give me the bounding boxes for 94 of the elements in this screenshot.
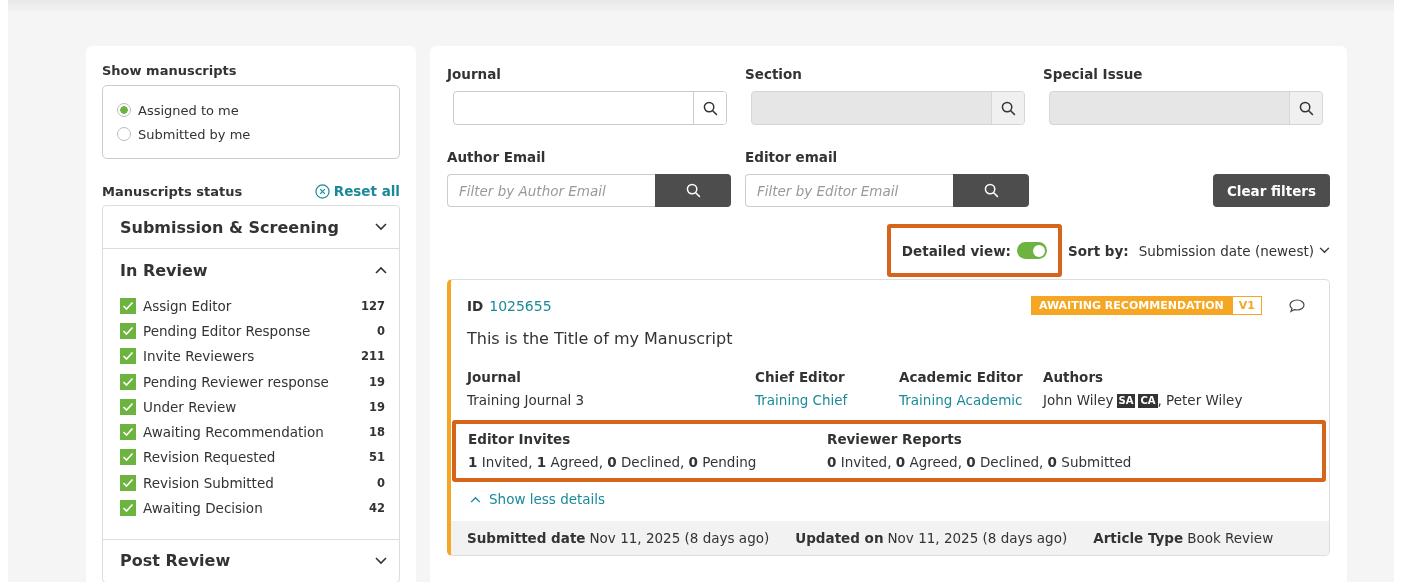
- status-label: Pending Editor Response: [143, 322, 312, 339]
- status-label: Invite Reviewers: [143, 348, 256, 365]
- status-count: 127: [361, 298, 385, 313]
- search-field[interactable]: [453, 91, 727, 125]
- checkbox[interactable]: [120, 449, 136, 466]
- editor-link[interactable]: Training Academic: [899, 392, 1023, 408]
- role-badge: CA: [1138, 393, 1158, 408]
- section-heading: Show manuscripts: [102, 63, 238, 78]
- manuscript-id-link[interactable]: 1025655: [489, 297, 552, 314]
- search-button[interactable]: [693, 92, 726, 124]
- show-less-link[interactable]: Show less details: [470, 491, 606, 507]
- checkbox[interactable]: [120, 474, 136, 491]
- field-value: Training Journal 3: [467, 391, 586, 410]
- footer-value: Nov 11, 2025 (8 days ago): [589, 530, 770, 546]
- status-label: Awaiting Decision: [143, 500, 264, 516]
- sort-label: Sort by:: [1068, 242, 1129, 259]
- status-count: 18: [369, 425, 385, 440]
- status-count: 19: [369, 374, 385, 389]
- field-label: Journal: [447, 66, 502, 82]
- field-label: Chief Editor: [755, 368, 846, 387]
- email-input[interactable]: Filter by Author Email: [447, 174, 655, 207]
- field-label: Authors: [1043, 368, 1105, 387]
- accordion-title: Post Review: [120, 551, 231, 571]
- clear-filters-button[interactable]: Clear filters: [1212, 174, 1330, 207]
- radio-button[interactable]: [117, 103, 131, 117]
- chevron-icon: [1319, 247, 1330, 254]
- search-icon: [702, 100, 718, 116]
- chevron-icon: [375, 556, 387, 565]
- status-count: 19: [369, 399, 385, 414]
- status-label: Pending Reviewer response: [143, 373, 330, 390]
- status-label: Revision Requested: [143, 449, 277, 466]
- status-count: 42: [369, 501, 385, 515]
- editor-link[interactable]: Training Chief: [755, 392, 848, 408]
- email-input[interactable]: Filter by Editor Email: [745, 174, 953, 207]
- radio-label: Assigned to me: [138, 102, 239, 118]
- footer-value: Nov 11, 2025 (8 days ago): [887, 530, 1068, 546]
- toggle-switch[interactable]: [1017, 242, 1047, 259]
- checkbox[interactable]: [120, 297, 136, 314]
- field-label: Journal: [467, 368, 522, 387]
- stats-summary: 0 Invited, 0 Agreed, 0 Declined, 0 Submitted: [827, 454, 1132, 470]
- status-count: 0: [377, 475, 385, 490]
- accordion-header[interactable]: Submission & Screening: [103, 206, 399, 248]
- accordion-header[interactable]: Post Review: [103, 539, 399, 582]
- accordion-header[interactable]: In Review: [103, 249, 399, 291]
- radio-option[interactable]: Assigned to me: [117, 98, 385, 122]
- field-label: Author Email: [447, 149, 547, 165]
- accordion-title: In Review: [120, 260, 208, 280]
- checkbox[interactable]: [120, 424, 136, 441]
- radio-label: Submitted by me: [138, 126, 251, 142]
- accordion-title: Submission & Screening: [120, 217, 339, 237]
- search-icon: [983, 183, 999, 198]
- checkbox[interactable]: [120, 348, 136, 365]
- reset-link[interactable]: Reset all: [314, 183, 400, 199]
- role-badge: SA: [1116, 393, 1136, 408]
- search-icon: [685, 183, 701, 198]
- chevron-icon: [375, 223, 387, 231]
- status-badge: AWAITING RECOMMENDATION: [1030, 296, 1232, 315]
- footer-label: Article Type: [1093, 530, 1184, 546]
- section-heading: Manuscripts status: [102, 183, 243, 199]
- status-label: Awaiting Recommendation: [143, 424, 325, 441]
- version-badge: V1: [1231, 296, 1262, 315]
- radio-option[interactable]: Submitted by me: [117, 122, 385, 146]
- field-label: Editor email: [745, 149, 839, 165]
- status-count: 51: [369, 450, 385, 465]
- id-label: ID: [467, 297, 484, 314]
- manuscript-title: This is the Title of my Manuscript: [467, 329, 734, 348]
- footer-label: Updated on: [795, 530, 884, 546]
- status-count: 0: [377, 323, 385, 338]
- chevron-icon: [375, 266, 387, 274]
- sort-dropdown[interactable]: Submission date (newest): [1138, 242, 1330, 259]
- author-name: John Wiley: [1043, 391, 1114, 410]
- checkbox[interactable]: [120, 500, 136, 516]
- toggle-label: Detailed view:: [901, 242, 1011, 259]
- status-label: Revision Submitted: [143, 474, 275, 491]
- field-label: Section: [745, 66, 803, 82]
- status-label: Assign Editor: [143, 297, 233, 314]
- chevron-icon: [470, 495, 481, 503]
- stats-summary: 1 Invited, 1 Agreed, 0 Declined, 0 Pending: [468, 454, 757, 470]
- checkbox[interactable]: [120, 373, 136, 390]
- footer-label: Submitted date: [467, 530, 586, 546]
- search-icon: [1000, 100, 1016, 116]
- footer-value: Book Review: [1187, 530, 1274, 546]
- clear-icon: [314, 183, 330, 199]
- field-label: Academic Editor: [899, 368, 1024, 387]
- checkbox[interactable]: [120, 322, 136, 339]
- stats-heading: Reviewer Reports: [827, 430, 963, 449]
- comment-icon[interactable]: [1288, 297, 1306, 314]
- search-icon: [1298, 100, 1314, 116]
- author-name: , Peter Wiley: [1157, 391, 1243, 410]
- field-label: Special Issue: [1043, 66, 1144, 82]
- stats-heading: Editor Invites: [468, 430, 572, 449]
- status-label: Under Review: [143, 398, 238, 415]
- status-count: 211: [361, 349, 385, 364]
- checkbox[interactable]: [120, 398, 136, 415]
